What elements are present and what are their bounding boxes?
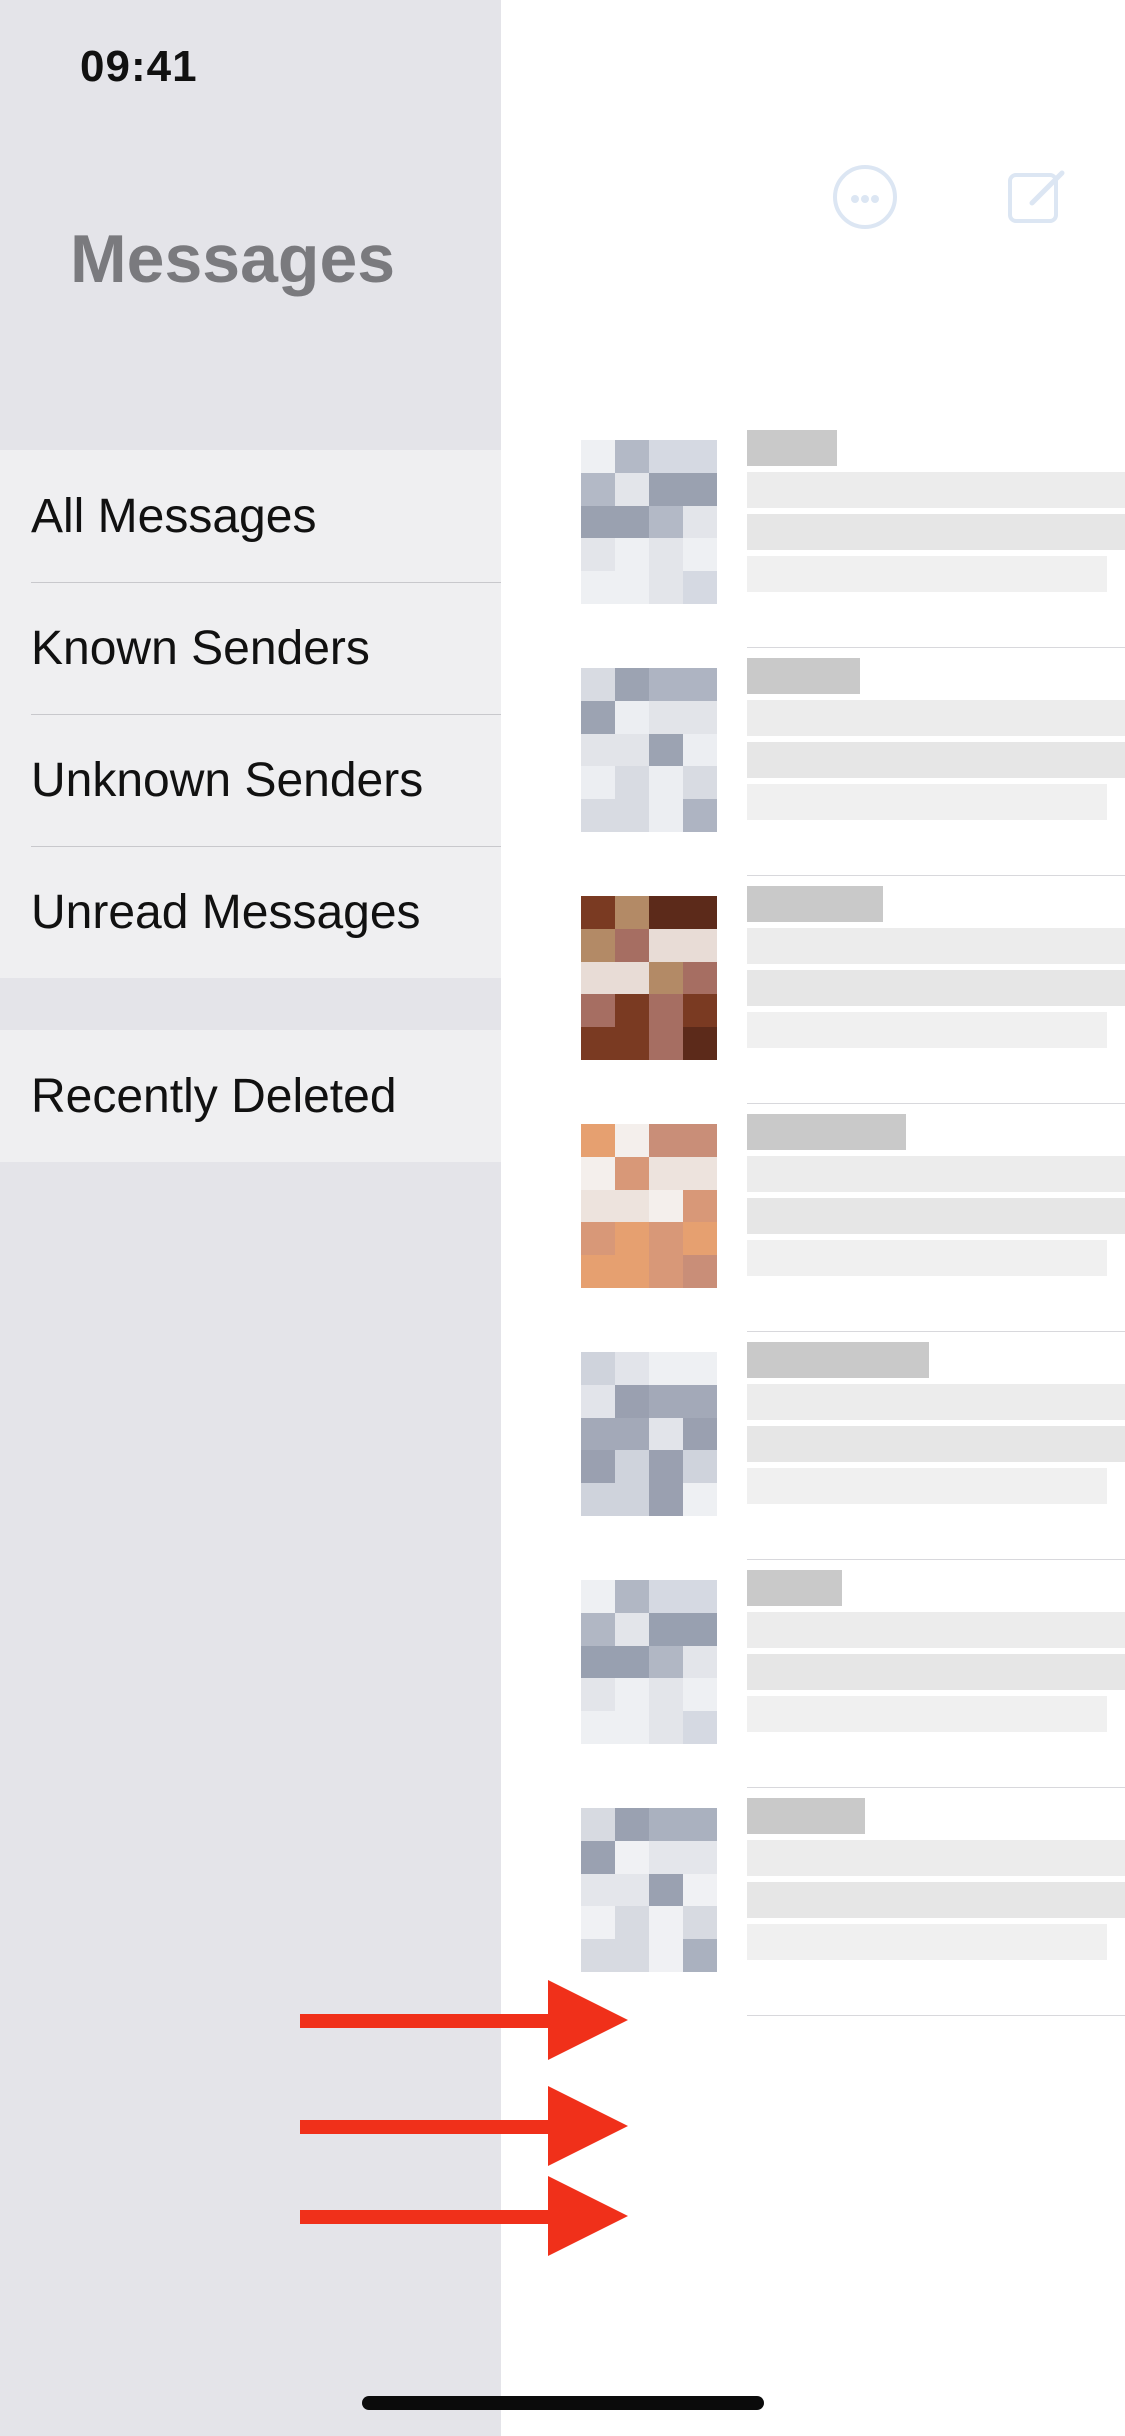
red-arrow-icon (300, 2086, 628, 2166)
conversation-preview-pixelated (747, 1114, 1125, 1282)
conversation-preview-pixelated (747, 430, 1125, 598)
conversation-preview-pixelated (747, 1342, 1125, 1510)
avatar (581, 440, 717, 604)
pixelated-text-block (747, 1570, 842, 1606)
pixelated-text-block (747, 886, 883, 922)
pixelated-text-block (747, 1696, 1107, 1732)
conversation-list-pane (501, 0, 1125, 2436)
pixelated-text-block (747, 472, 1125, 508)
filter-item-recently-deleted[interactable]: Recently Deleted (0, 1030, 501, 1162)
filter-label: All Messages (31, 489, 317, 543)
avatar (581, 1124, 717, 1288)
pixelated-text-block (747, 1240, 1107, 1276)
conversation-row[interactable] (501, 420, 1125, 648)
pixelated-text-block (747, 742, 1125, 778)
filter-item-unread-messages[interactable]: Unread Messages (0, 846, 501, 978)
avatar (581, 1352, 717, 1516)
pixelated-text-block (747, 970, 1125, 1006)
pixelated-text-block (747, 1342, 929, 1378)
conversation-row[interactable] (501, 1560, 1125, 1788)
pixelated-text-block (747, 1882, 1125, 1918)
filter-label: Known Senders (31, 621, 370, 675)
conversation-row[interactable] (501, 876, 1125, 1104)
status-time: 09:41 (80, 42, 198, 91)
toolbar (501, 165, 1125, 245)
filters-sidebar: 09:41 Messages All Messages Known Sender… (0, 0, 501, 2436)
conversation-row[interactable] (501, 1332, 1125, 1560)
filter-item-unknown-senders[interactable]: Unknown Senders (0, 714, 501, 846)
pixelated-text-block (747, 1840, 1125, 1876)
avatar (581, 668, 717, 832)
pixelated-text-block (747, 1198, 1125, 1234)
conversation-row[interactable] (501, 1104, 1125, 1332)
avatar (581, 896, 717, 1060)
pixelated-text-block (747, 514, 1125, 550)
filter-label: Unread Messages (31, 885, 421, 939)
conversation-row[interactable] (501, 648, 1125, 876)
conversation-preview-pixelated (747, 886, 1125, 1054)
pixelated-text-block (747, 1798, 865, 1834)
compose-icon[interactable] (1006, 165, 1070, 229)
conversation-preview-pixelated (747, 658, 1125, 826)
conversation-preview-pixelated (747, 1798, 1125, 1966)
pixelated-text-block (747, 1384, 1125, 1420)
filter-label: Recently Deleted (31, 1069, 397, 1123)
sidebar-title: Messages (70, 221, 396, 297)
red-arrow-icon (300, 2176, 628, 2256)
avatar (581, 1580, 717, 1744)
more-options-icon[interactable] (833, 165, 897, 229)
avatar (581, 1808, 717, 1972)
filter-item-all-messages[interactable]: All Messages (0, 450, 501, 582)
home-indicator (362, 2396, 764, 2410)
pixelated-text-block (747, 1426, 1125, 1462)
pixelated-text-block (747, 700, 1125, 736)
row-divider (747, 2015, 1125, 2016)
filter-list: All Messages Known Senders Unknown Sende… (0, 450, 501, 978)
filter-item-known-senders[interactable]: Known Senders (0, 582, 501, 714)
pixelated-text-block (747, 430, 837, 466)
pixelated-text-block (747, 556, 1107, 592)
pixelated-text-block (747, 1654, 1125, 1690)
red-arrow-icon (300, 1980, 628, 2060)
conversation-preview-pixelated (747, 1570, 1125, 1738)
pixelated-text-block (747, 1114, 906, 1150)
pixelated-text-block (747, 658, 860, 694)
pixelated-text-block (747, 1012, 1107, 1048)
pixelated-text-block (747, 928, 1125, 964)
pixelated-text-block (747, 1468, 1107, 1504)
pixelated-text-block (747, 1924, 1107, 1960)
filter-label: Unknown Senders (31, 753, 424, 807)
pixelated-text-block (747, 1156, 1125, 1192)
extra-list: Recently Deleted (0, 1030, 501, 1162)
pixelated-text-block (747, 1612, 1125, 1648)
pixelated-text-block (747, 784, 1107, 820)
